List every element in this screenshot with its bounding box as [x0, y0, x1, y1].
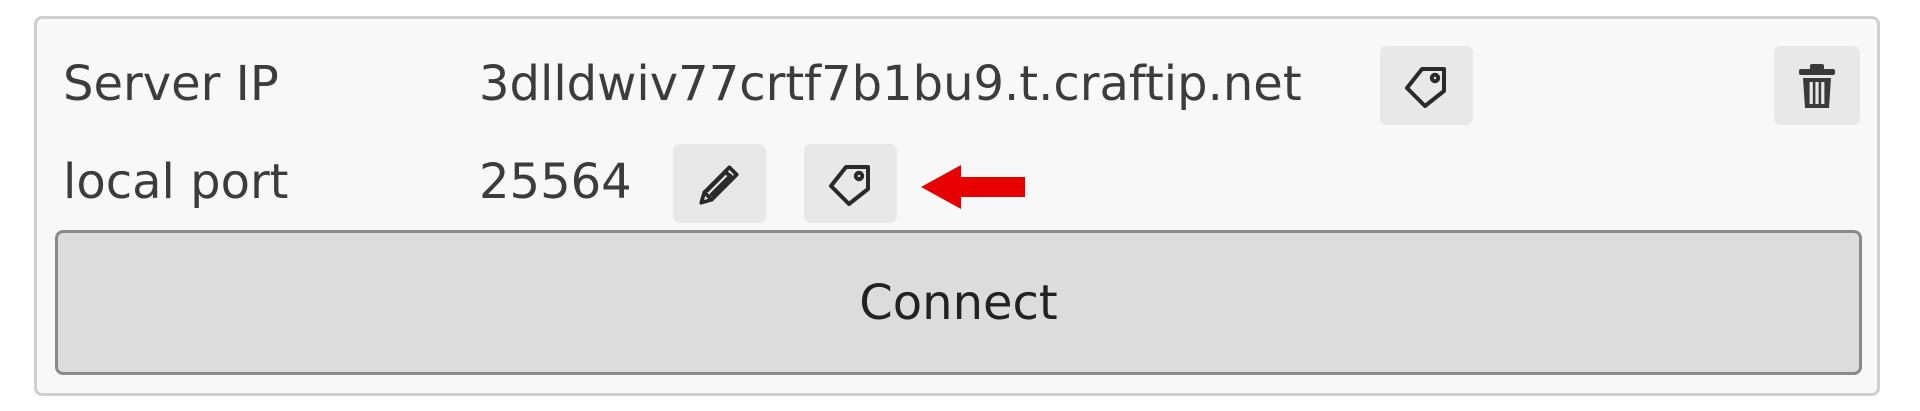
local-port-label: local port: [63, 154, 289, 210]
connect-button-label: Connect: [859, 274, 1058, 331]
tag-icon: [827, 160, 875, 208]
connect-button[interactable]: Connect: [55, 230, 1862, 375]
server-ip-label: Server IP: [63, 56, 279, 112]
tag-icon: [1403, 62, 1451, 110]
local-port-value: 25564: [479, 154, 632, 210]
server-ip-value: 3dlldwiv77crtf7b1bu9.t.craftip.net: [479, 56, 1302, 112]
copy-port-button[interactable]: [804, 144, 897, 223]
server-entry-panel: Server IP 3dlldwiv77crtf7b1bu9.t.craftip…: [34, 16, 1880, 396]
delete-server-button[interactable]: [1774, 46, 1860, 125]
edit-port-button[interactable]: [673, 144, 766, 223]
annotation-arrow-icon: [921, 162, 1025, 216]
pencil-icon: [695, 159, 745, 209]
trash-icon: [1797, 62, 1837, 110]
copy-server-ip-button[interactable]: [1380, 46, 1473, 125]
